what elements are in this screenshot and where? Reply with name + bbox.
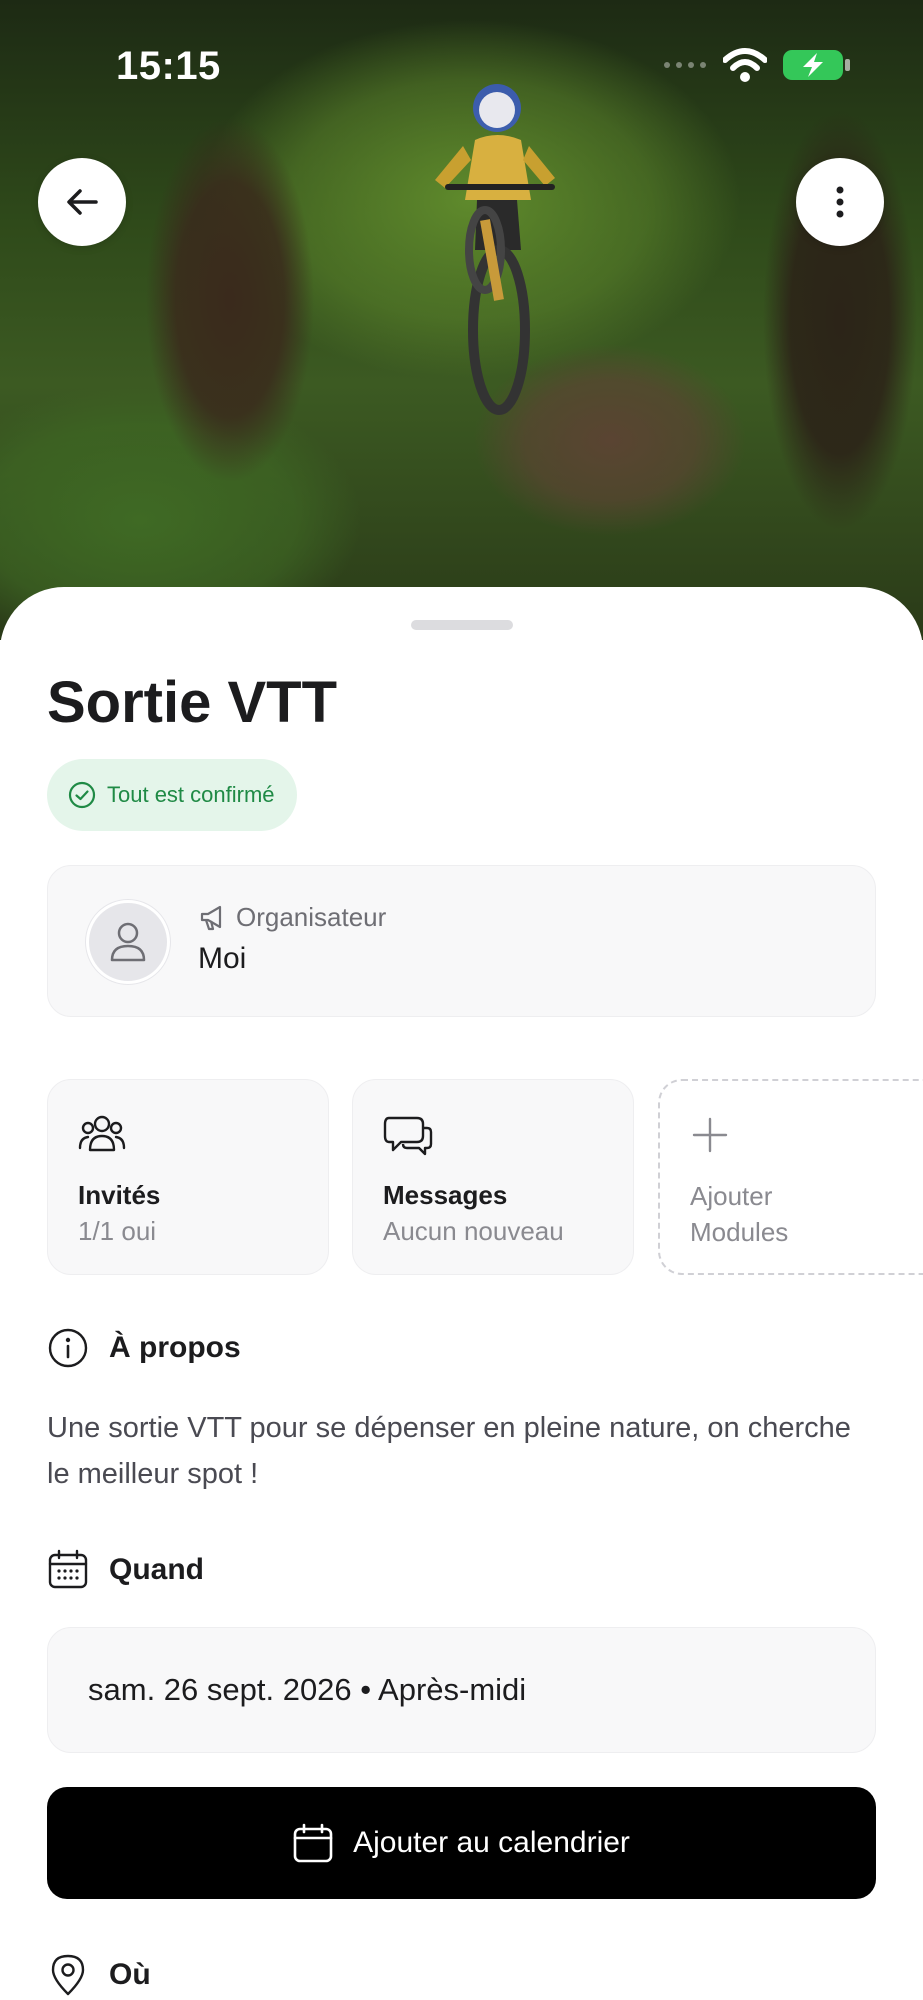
user-icon [110, 922, 146, 962]
calendar-icon [293, 1823, 333, 1863]
guests-subtitle: 1/1 oui [78, 1216, 157, 1246]
more-vertical-icon [836, 186, 844, 218]
where-section-header: Où [47, 1953, 151, 1997]
event-title: Sortie VTT [47, 670, 338, 735]
organizer-card[interactable]: Organisateur Moi [47, 865, 876, 1017]
status-badge-label: Tout est confirmé [107, 782, 275, 807]
when-heading: Quand [109, 1553, 204, 1586]
messages-title: Messages [383, 1180, 508, 1210]
organizer-label-row: Organisateur [198, 902, 386, 933]
users-icon [78, 1115, 126, 1152]
about-heading: À propos [109, 1331, 241, 1364]
event-date-value: sam. 26 sept. 2026 • Après-midi [88, 1672, 527, 1707]
megaphone-icon [200, 905, 222, 930]
when-section-header: Quand [47, 1549, 204, 1591]
info-icon [48, 1328, 88, 1368]
sheet-grabber[interactable] [411, 620, 513, 630]
back-button[interactable] [38, 158, 126, 246]
about-description: Une sortie VTT pour se dépenser en plein… [47, 1412, 851, 1490]
organizer-name: Moi [198, 942, 247, 975]
more-options-button[interactable] [796, 158, 884, 246]
add-to-calendar-label: Ajouter au calendrier [353, 1826, 630, 1859]
guests-tile[interactable]: Invités 1/1 oui [47, 1079, 329, 1275]
organizer-label: Organisateur [236, 902, 387, 932]
event-cover-photo [0, 0, 923, 640]
cellular-icon [664, 62, 706, 68]
status-bar-icons [663, 48, 851, 82]
chat-bubbles-icon [383, 1116, 433, 1156]
wifi-icon [723, 48, 767, 82]
messages-subtitle: Aucun nouveau [383, 1216, 564, 1246]
messages-tile[interactable]: Messages Aucun nouveau [352, 1079, 634, 1275]
add-module-title: Ajouter [690, 1181, 773, 1211]
add-to-calendar-button[interactable]: Ajouter au calendrier [47, 1787, 876, 1899]
add-module-subtitle: Modules [690, 1217, 789, 1247]
guests-title: Invités [78, 1180, 161, 1210]
add-module-tile[interactable]: Ajouter Modules [658, 1079, 923, 1275]
status-badge: Tout est confirmé [47, 759, 297, 831]
event-details-sheet: Sortie VTT Tout est confirmé Organisateu… [0, 587, 923, 2000]
calendar-icon [48, 1549, 88, 1589]
avatar [86, 900, 170, 984]
mountain-biker-illustration [435, 84, 555, 415]
status-bar-time: 15:15 [116, 44, 221, 88]
event-date-field[interactable]: sam. 26 sept. 2026 • Après-midi [47, 1627, 876, 1753]
plus-icon [692, 1117, 728, 1153]
where-heading: Où [109, 1958, 151, 1991]
arrow-left-icon [67, 189, 98, 215]
battery-charging-icon [783, 50, 850, 80]
map-pin-icon [51, 1954, 85, 1996]
about-section-header: À propos [47, 1327, 241, 1369]
check-circle-icon [68, 781, 96, 809]
